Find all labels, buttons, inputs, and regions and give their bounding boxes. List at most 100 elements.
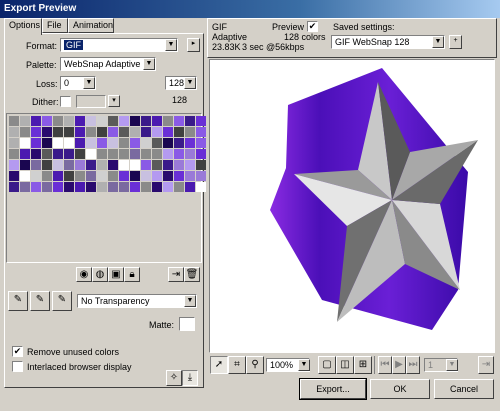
transparency-dropdown-arrow[interactable]: ▼ bbox=[184, 295, 196, 307]
color-swatch[interactable] bbox=[185, 160, 195, 170]
tab-options[interactable]: Options bbox=[4, 18, 42, 35]
color-swatch[interactable] bbox=[108, 160, 118, 170]
color-swatch[interactable] bbox=[20, 116, 30, 126]
color-swatch[interactable] bbox=[163, 182, 173, 192]
loss-dropdown-arrow[interactable]: ▼ bbox=[83, 77, 95, 89]
color-swatch[interactable] bbox=[108, 138, 118, 148]
color-swatch[interactable] bbox=[130, 127, 140, 137]
color-swatch[interactable] bbox=[9, 127, 19, 137]
color-swatch[interactable] bbox=[53, 182, 63, 192]
color-swatch[interactable] bbox=[174, 182, 184, 192]
eyedropper-icon[interactable]: ✎ bbox=[8, 291, 28, 311]
color-swatch[interactable] bbox=[64, 149, 74, 159]
color-swatch[interactable] bbox=[86, 127, 96, 137]
optimize-to-size-icon[interactable]: ⤓ bbox=[182, 370, 198, 386]
color-swatch[interactable] bbox=[163, 116, 173, 126]
color-swatch[interactable] bbox=[152, 127, 162, 137]
options-menu-button[interactable]: ▸ bbox=[187, 38, 200, 52]
color-swatch[interactable] bbox=[31, 116, 41, 126]
color-swatch[interactable] bbox=[97, 160, 107, 170]
eyedropper-subtract-icon[interactable]: ✎ bbox=[52, 291, 72, 311]
color-swatch[interactable] bbox=[108, 116, 118, 126]
color-swatch[interactable] bbox=[20, 149, 30, 159]
saved-settings-select[interactable]: GIF WebSnap 128 bbox=[331, 35, 445, 49]
color-swatch[interactable] bbox=[130, 160, 140, 170]
color-swatch[interactable] bbox=[174, 127, 184, 137]
color-swatch[interactable] bbox=[185, 116, 195, 126]
magic-wand-icon[interactable]: ✧ bbox=[166, 370, 182, 386]
single-view-icon[interactable]: ▢ bbox=[318, 356, 336, 374]
color-swatch[interactable] bbox=[108, 171, 118, 181]
color-swatch[interactable] bbox=[163, 171, 173, 181]
color-swatch[interactable] bbox=[185, 138, 195, 148]
color-swatch[interactable] bbox=[9, 182, 19, 192]
color-swatch[interactable] bbox=[20, 127, 30, 137]
color-swatch[interactable] bbox=[141, 138, 151, 148]
color-swatch[interactable] bbox=[196, 127, 206, 137]
color-swatch[interactable] bbox=[163, 149, 173, 159]
color-swatch[interactable] bbox=[130, 182, 140, 192]
transparency-select[interactable]: No Transparency bbox=[77, 294, 197, 308]
color-swatch[interactable] bbox=[97, 127, 107, 137]
tab-animation[interactable]: Animation bbox=[68, 18, 114, 33]
color-swatch[interactable] bbox=[119, 160, 129, 170]
crop-tool-icon[interactable]: ⌗ bbox=[228, 356, 246, 374]
cube-icon[interactable]: ▣ bbox=[108, 267, 124, 282]
max-colors-dropdown-arrow[interactable]: ▼ bbox=[184, 77, 196, 89]
color-swatch[interactable] bbox=[196, 182, 206, 192]
color-swatch[interactable] bbox=[130, 171, 140, 181]
color-swatch[interactable] bbox=[9, 149, 19, 159]
color-swatch[interactable] bbox=[86, 116, 96, 126]
color-wheel-icon[interactable]: ◉ bbox=[76, 267, 92, 282]
cancel-button[interactable]: Cancel bbox=[434, 379, 494, 399]
color-swatch[interactable] bbox=[196, 138, 206, 148]
color-swatch[interactable] bbox=[53, 127, 63, 137]
color-swatch[interactable] bbox=[163, 160, 173, 170]
format-dropdown-arrow[interactable]: ▼ bbox=[165, 39, 177, 51]
snap-to-web-icon[interactable]: ◍ bbox=[92, 267, 108, 282]
color-swatch[interactable] bbox=[31, 149, 41, 159]
color-swatch[interactable] bbox=[130, 138, 140, 148]
color-swatch[interactable] bbox=[20, 171, 30, 181]
preview-checkbox[interactable]: ✔ bbox=[307, 21, 318, 32]
color-swatch[interactable] bbox=[119, 182, 129, 192]
color-swatch[interactable] bbox=[185, 182, 195, 192]
color-swatch[interactable] bbox=[31, 160, 41, 170]
color-swatch[interactable] bbox=[75, 127, 85, 137]
lock-color-icon[interactable]: 🔒︎ bbox=[124, 267, 140, 282]
color-swatch[interactable] bbox=[108, 149, 118, 159]
color-swatch[interactable] bbox=[163, 138, 173, 148]
dither-amount-arrow[interactable]: ▾ bbox=[108, 95, 120, 107]
color-swatch[interactable] bbox=[86, 171, 96, 181]
animation-loop-icon[interactable]: ⇥ bbox=[478, 356, 494, 374]
color-swatch[interactable] bbox=[174, 160, 184, 170]
color-swatch[interactable] bbox=[20, 160, 30, 170]
color-swatch[interactable] bbox=[141, 160, 151, 170]
color-swatch[interactable] bbox=[119, 127, 129, 137]
color-swatch[interactable] bbox=[86, 138, 96, 148]
color-swatch[interactable] bbox=[9, 171, 19, 181]
color-swatch[interactable] bbox=[9, 138, 19, 148]
color-swatch[interactable] bbox=[108, 127, 118, 137]
color-swatch[interactable] bbox=[141, 171, 151, 181]
color-swatch[interactable] bbox=[141, 182, 151, 192]
two-up-view-icon[interactable]: ◫ bbox=[336, 356, 354, 374]
eyedropper-add-icon[interactable]: ✎ bbox=[30, 291, 50, 311]
color-swatch[interactable] bbox=[53, 138, 63, 148]
color-swatch[interactable] bbox=[75, 171, 85, 181]
color-swatch[interactable] bbox=[64, 127, 74, 137]
color-swatch[interactable] bbox=[97, 182, 107, 192]
trash-icon[interactable]: 🗑︎ bbox=[184, 267, 200, 282]
color-swatch[interactable] bbox=[97, 149, 107, 159]
color-swatch[interactable] bbox=[119, 116, 129, 126]
color-swatch[interactable] bbox=[185, 149, 195, 159]
color-swatch[interactable] bbox=[163, 127, 173, 137]
zoom-tool-icon[interactable]: ⚲ bbox=[246, 356, 264, 374]
color-swatch[interactable] bbox=[75, 149, 85, 159]
color-swatch[interactable] bbox=[119, 171, 129, 181]
color-swatch[interactable] bbox=[152, 138, 162, 148]
color-swatch[interactable] bbox=[75, 138, 85, 148]
color-swatch[interactable] bbox=[86, 182, 96, 192]
color-swatch[interactable] bbox=[53, 171, 63, 181]
color-swatch[interactable] bbox=[152, 116, 162, 126]
